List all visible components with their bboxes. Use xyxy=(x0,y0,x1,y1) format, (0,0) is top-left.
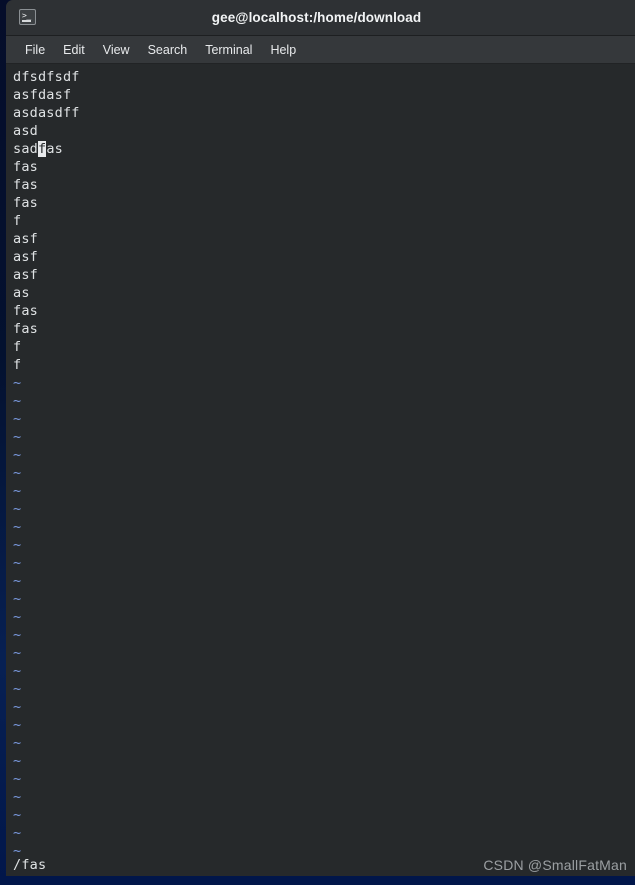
editor-empty-line: ~ xyxy=(13,465,22,481)
editor-line: dfsdfsdf xyxy=(13,69,80,85)
watermark: CSDN @SmallFatMan xyxy=(483,857,627,873)
menubar: File Edit View Search Terminal Help xyxy=(6,36,635,64)
editor-line: fas xyxy=(13,159,38,175)
editor-empty-line: ~ xyxy=(13,789,22,805)
editor-line: fas xyxy=(13,195,38,211)
editor-line: as xyxy=(13,285,30,301)
editor-line: sadfas xyxy=(13,140,635,158)
menu-item-terminal[interactable]: Terminal xyxy=(196,40,261,60)
menu-item-search[interactable]: Search xyxy=(139,40,197,60)
editor-line: fas xyxy=(13,303,38,319)
editor-empty-line: ~ xyxy=(13,825,22,841)
menu-item-view[interactable]: View xyxy=(94,40,139,60)
editor-line: asf xyxy=(13,249,38,265)
editor-line-text: sad xyxy=(13,141,38,157)
vim-search-command: /fas xyxy=(13,857,47,873)
terminal-screen[interactable]: dfsdfsdf asfdasf asdasdff asd sadfas fas fas fa… xyxy=(6,64,635,876)
editor-empty-line: ~ xyxy=(13,609,22,625)
editor-empty-line: ~ xyxy=(13,555,22,571)
screen: >_ gee@localhost:/home/download File Edi… xyxy=(0,0,635,885)
editor-line: asf xyxy=(13,231,38,247)
editor-empty-line: ~ xyxy=(13,663,22,679)
terminal-window: >_ gee@localhost:/home/download File Edi… xyxy=(6,0,635,876)
editor-line: f xyxy=(13,357,22,373)
window-title: gee@localhost:/home/download xyxy=(211,10,422,25)
editor-empty-line: ~ xyxy=(13,537,22,553)
editor-buffer[interactable]: dfsdfsdf asfdasf asdasdff asd sadfas fas fas fa… xyxy=(13,68,635,374)
editor-empty-line: ~ xyxy=(13,807,22,823)
editor-line: f xyxy=(13,339,22,355)
editor-empty-line: ~ xyxy=(13,393,22,409)
menu-item-help[interactable]: Help xyxy=(261,40,305,60)
editor-line: asf xyxy=(13,267,38,283)
editor-line: asfdasf xyxy=(13,87,72,103)
editor-empty-line: ~ xyxy=(13,483,22,499)
editor-line: asd xyxy=(13,123,38,139)
editor-empty-line: ~ xyxy=(13,681,22,697)
menu-item-edit[interactable]: Edit xyxy=(54,40,94,60)
editor-empty-line: ~ xyxy=(13,753,22,769)
editor-empty-line: ~ xyxy=(13,501,22,517)
editor-empty-line: ~ xyxy=(13,717,22,733)
editor-empty-line: ~ xyxy=(13,591,22,607)
editor-empty-line: ~ xyxy=(13,573,22,589)
titlebar: >_ gee@localhost:/home/download xyxy=(6,0,635,36)
editor-empty-line: ~ xyxy=(13,519,22,535)
terminal-icon-bar xyxy=(22,20,31,22)
editor-line: fas xyxy=(13,177,38,193)
editor-empty-line: ~ xyxy=(13,447,22,463)
menu-item-file[interactable]: File xyxy=(16,40,54,60)
editor-empty-line: ~ xyxy=(13,645,22,661)
editor-empty-line: ~ xyxy=(13,735,22,751)
editor-line-text: as xyxy=(46,141,63,157)
terminal-icon-glyph: >_ xyxy=(22,11,31,20)
status-line: /fas CSDN @SmallFatMan xyxy=(6,854,635,876)
editor-empty-lines: ~ ~ ~ ~ ~ ~ ~ ~ ~ ~ ~ ~ ~ ~ ~ ~ ~ ~ ~ ~ ~ ~ ~ ~ ~ ~ ~ xyxy=(13,374,635,860)
editor-empty-line: ~ xyxy=(13,411,22,427)
editor-empty-line: ~ xyxy=(13,771,22,787)
editor-line: fas xyxy=(13,321,38,337)
editor-empty-line: ~ xyxy=(13,429,22,445)
editor-empty-line: ~ xyxy=(13,699,22,715)
terminal-icon: >_ xyxy=(19,9,36,25)
editor-line: asdasdff xyxy=(13,105,80,121)
editor-empty-line: ~ xyxy=(13,627,22,643)
editor-line: f xyxy=(13,213,22,229)
editor-empty-line: ~ xyxy=(13,375,22,391)
